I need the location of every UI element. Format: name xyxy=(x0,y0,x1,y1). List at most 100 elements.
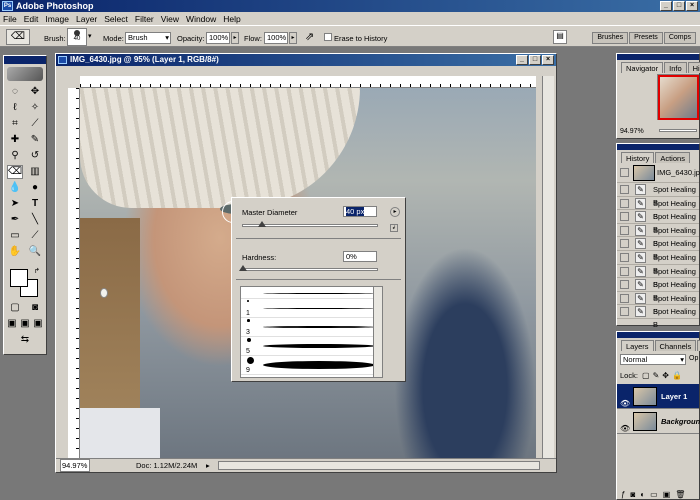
delete-layer-icon[interactable]: 🗑 xyxy=(675,490,685,499)
history-snapshot[interactable]: IMG_6430.jpg xyxy=(617,163,700,183)
new-layer-icon[interactable]: ▣ xyxy=(663,490,671,499)
gradient-tool-icon[interactable]: ▥ xyxy=(27,165,43,179)
brush-preset-row[interactable]: 1 xyxy=(241,299,381,318)
doc-close-button[interactable]: × xyxy=(542,55,554,65)
type-tool-icon[interactable]: T xyxy=(27,197,43,211)
lock-image-icon[interactable]: ✎ xyxy=(653,371,660,380)
eraser-tool-icon[interactable]: ⌫ xyxy=(7,165,23,179)
hardness-knob[interactable] xyxy=(239,265,247,271)
screen-mode-standard-icon[interactable]: ▣ xyxy=(6,317,18,331)
blur-tool-icon[interactable]: 💧 xyxy=(7,181,23,195)
brush-preset-row[interactable] xyxy=(241,287,381,299)
pen-tool-icon[interactable]: ✒ xyxy=(7,213,23,227)
swap-colors-icon[interactable]: ↱ xyxy=(34,267,40,275)
history-source-checkbox[interactable] xyxy=(620,307,629,317)
tab-history[interactable]: History xyxy=(621,152,655,163)
blend-mode-select[interactable]: Normal ▾ xyxy=(620,354,686,365)
add-mask-icon[interactable]: ◙ xyxy=(630,490,635,499)
opacity-field[interactable]: 100% xyxy=(206,32,230,44)
new-fill-layer-icon[interactable]: ◐ xyxy=(640,490,645,499)
jump-to-imageready-icon[interactable]: ⇆ xyxy=(10,333,40,347)
history-state[interactable]: ✎ Spot Healing B xyxy=(617,305,699,329)
file-browser-icon[interactable]: ▤ xyxy=(553,30,567,44)
lock-position-icon[interactable]: ✥ xyxy=(662,371,669,380)
brush-preset-row[interactable]: 9 xyxy=(241,356,381,375)
navigator-thumbnail[interactable] xyxy=(657,74,699,120)
opacity-slider-arrow-icon[interactable]: ▸ xyxy=(231,32,239,44)
tab-actions[interactable]: Actions xyxy=(655,152,690,163)
quick-mask-icon[interactable]: ◙ xyxy=(27,301,43,315)
lock-all-icon[interactable]: 🔒 xyxy=(672,371,682,380)
history-state[interactable]: ✎ Spot Healing B xyxy=(617,278,699,302)
dodge-tool-icon[interactable]: ● xyxy=(27,181,43,195)
new-group-icon[interactable]: ▭ xyxy=(650,490,658,499)
navigator-zoom[interactable]: 94.97% xyxy=(620,128,644,135)
snapshot-source-checkbox[interactable] xyxy=(620,168,629,177)
tab-info[interactable]: Info xyxy=(664,62,687,73)
marquee-tool-icon[interactable]: ◌ xyxy=(7,85,23,99)
history-state[interactable]: ✎ Spot Healing B xyxy=(617,197,699,221)
history-source-checkbox[interactable] xyxy=(620,212,629,222)
vertical-ruler[interactable] xyxy=(68,88,80,458)
mode-select[interactable]: Brush ▾ xyxy=(125,32,171,44)
history-state[interactable]: ✎ Spot Healing B xyxy=(617,224,699,248)
flow-field[interactable]: 100% xyxy=(264,32,288,44)
standard-mode-icon[interactable]: ▢ xyxy=(7,301,23,315)
flow-slider-arrow-icon[interactable]: ▸ xyxy=(289,32,297,44)
history-source-checkbox[interactable] xyxy=(620,185,629,194)
menu-edit[interactable]: Edit xyxy=(24,14,39,24)
erase-to-history-checkbox[interactable] xyxy=(324,33,332,41)
tab-navigator[interactable]: Navigator xyxy=(621,62,664,73)
history-state[interactable]: ✎ Spot Healing B xyxy=(617,251,699,275)
toolbox-header[interactable] xyxy=(4,56,46,64)
zoom-field[interactable]: 94.97% xyxy=(60,459,90,472)
eyedropper-tool-icon[interactable]: ⟋ xyxy=(27,229,43,243)
history-source-checkbox[interactable] xyxy=(620,252,629,262)
eraser-tool-preset-icon[interactable]: ⌫ xyxy=(6,29,30,45)
history-source-checkbox[interactable] xyxy=(620,293,629,303)
crop-tool-icon[interactable]: ⌗ xyxy=(7,117,23,131)
vertical-scrollbar[interactable] xyxy=(542,76,554,458)
history-source-checkbox[interactable] xyxy=(620,225,629,235)
lasso-tool-icon[interactable]: ℓ xyxy=(7,101,23,115)
brush-preset-picker[interactable]: 40 xyxy=(67,28,87,46)
lock-transparency-icon[interactable]: ▢ xyxy=(642,371,650,380)
history-source-checkbox[interactable] xyxy=(620,280,629,290)
history-state[interactable]: ✎ Spot Healing B xyxy=(617,183,699,207)
feather-logo-icon[interactable] xyxy=(7,67,43,81)
horizontal-ruler[interactable] xyxy=(80,76,536,88)
path-selection-tool-icon[interactable]: ➤ xyxy=(7,197,23,211)
master-diameter-knob[interactable] xyxy=(258,221,267,227)
hardness-field[interactable]: 0% xyxy=(343,251,377,262)
history-state[interactable]: ✎ Spot Healing B xyxy=(617,237,699,261)
layer-visibility-eye-icon[interactable]: 👁 xyxy=(620,416,630,441)
menu-filter[interactable]: Filter xyxy=(135,14,154,24)
doc-maximize-button[interactable]: □ xyxy=(529,55,541,65)
history-source-checkbox[interactable] xyxy=(620,198,629,208)
brush-preset-row[interactable]: 5 xyxy=(241,337,381,356)
menu-layer[interactable]: Layer xyxy=(76,14,97,24)
tab-histogram[interactable]: Histo xyxy=(687,62,700,73)
tab-layers[interactable]: Layers xyxy=(621,340,654,351)
menu-view[interactable]: View xyxy=(161,14,179,24)
horizontal-scrollbar[interactable] xyxy=(218,461,540,470)
master-diameter-field[interactable]: 40 px xyxy=(343,206,377,217)
menu-select[interactable]: Select xyxy=(104,14,128,24)
navigator-zoom-slider[interactable] xyxy=(659,129,697,132)
tab-channels[interactable]: Channels xyxy=(654,340,697,351)
brush-dropdown-arrow-icon[interactable]: ▾ xyxy=(88,32,92,40)
create-preset-icon[interactable]: ↲ xyxy=(390,224,398,232)
close-button[interactable]: × xyxy=(686,1,698,11)
brush-tool-icon[interactable]: ✎ xyxy=(27,133,43,147)
maximize-button[interactable]: □ xyxy=(673,1,685,11)
brush-list-scrollbar[interactable] xyxy=(373,286,383,378)
master-diameter-slider[interactable] xyxy=(242,221,378,227)
slice-tool-icon[interactable]: ⟋ xyxy=(27,117,43,131)
line-tool-icon[interactable]: ╲ xyxy=(27,213,43,227)
screen-mode-full-icon[interactable]: ▣ xyxy=(32,317,44,331)
doc-minimize-button[interactable]: _ xyxy=(516,55,528,65)
history-state[interactable]: ✎ Spot Healing B xyxy=(617,292,699,316)
status-arrow-icon[interactable]: ▸ xyxy=(206,459,210,472)
notes-tool-icon[interactable]: ▭ xyxy=(7,229,23,243)
menu-image[interactable]: Image xyxy=(45,14,69,24)
